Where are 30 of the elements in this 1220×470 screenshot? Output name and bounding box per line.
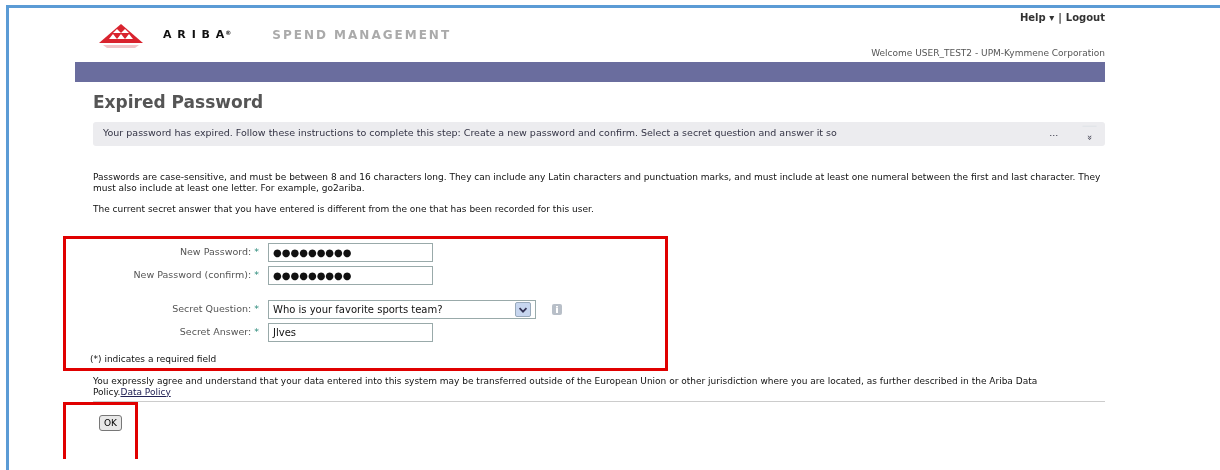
input-field[interactable]: Jlves <box>268 322 433 342</box>
logout-link[interactable]: Logout <box>1065 12 1105 23</box>
data-policy-link[interactable]: Data Policy <box>120 386 171 397</box>
field-label: New Password: <box>179 245 252 257</box>
required-mark: * <box>254 325 259 337</box>
password-rules: Passwords are case-sensitive, and must be between 8 and 16 characters long. They can include any Latin characters and punctuation marks, and must include at least one numeral between the first and last character. They must also include at least one letter. For example, go2ariba. <box>93 171 1102 194</box>
help-menu[interactable]: Help ▾ <box>1019 12 1055 23</box>
select-field[interactable]: Who is your favorite sports team? <box>268 299 536 319</box>
ok-button[interactable]: OK <box>99 414 122 431</box>
page-title: Expired Password <box>93 91 265 114</box>
brand-name: A R I B A$^{®}$ <box>163 26 233 43</box>
dropdown-icon[interactable] <box>515 301 531 317</box>
more-text: ... <box>1049 126 1059 141</box>
required-mark: * <box>254 268 259 280</box>
input-field[interactable]: ●●●●●●●●● <box>268 265 433 285</box>
product-name: SPEND MANAGEMENT <box>272 27 452 44</box>
separator: | <box>1058 12 1062 23</box>
required-mark: * <box>254 302 259 314</box>
logo-icon <box>97 21 145 49</box>
field-label: Secret Question: <box>172 302 252 314</box>
welcome-text: Welcome USER_TEST2 - UPM-Kymmene Corporation <box>871 46 1105 60</box>
input-field[interactable]: ●●●●●●●●● <box>268 242 433 262</box>
expand-toggle[interactable]: » <box>1082 126 1097 141</box>
required-note: (*) indicates a required field <box>90 353 218 365</box>
required-mark: * <box>254 245 259 257</box>
instructions-text: Your password has expired. Follow these instructions to complete this step: Create a new password and confirm. Select a secret question and answer it so <box>103 126 838 141</box>
field-label: New Password (confirm): <box>133 268 252 280</box>
agreement-text: You expressly agree and understand that your data entered into this system may be transferred outside of the European Union or other jurisdiction where you are located, as further described in the Ariba Data Policy.Data Policy <box>93 375 1039 398</box>
notice-text: The current secret answer that you have entered is different from the one that has been recorded for this user. <box>93 203 595 215</box>
field-label: Secret Answer: <box>179 325 252 337</box>
